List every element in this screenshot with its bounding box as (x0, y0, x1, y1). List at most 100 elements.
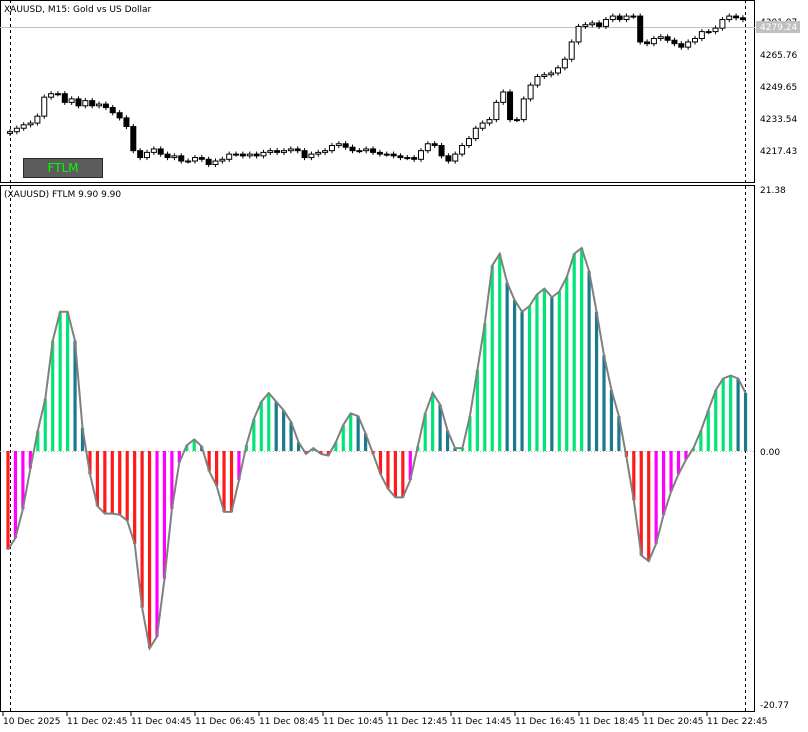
candle-body (685, 41, 692, 48)
histogram-bar (513, 300, 517, 451)
candle-body (137, 150, 144, 159)
current-price-tag-text: 4279.24 (760, 23, 797, 33)
candle-body (541, 74, 548, 77)
histogram-bar (714, 390, 718, 451)
candle-body (219, 158, 226, 162)
candle-body (150, 148, 157, 153)
candle-body (315, 151, 322, 155)
candle-body (500, 91, 507, 103)
candle-body (698, 31, 705, 40)
histogram-bar (557, 291, 561, 451)
candle-body (61, 93, 68, 103)
candle-body (27, 122, 34, 126)
histogram-bar (594, 311, 599, 451)
candle-body (390, 153, 397, 157)
candle-body (637, 15, 644, 43)
indicator-title: (XAUUSD) FTLM 9.90 9.90 (4, 190, 121, 200)
histogram-bar (282, 410, 286, 451)
histogram-bar (13, 451, 18, 538)
candle-body (650, 38, 657, 45)
histogram-bar (535, 294, 539, 451)
candle-body (397, 155, 404, 159)
indicator-axis: 21.38 0.00 -20.77 (760, 186, 789, 711)
time-tick-label: 11 Dec 08:45 (259, 717, 320, 727)
time-tick-label: 11 Dec 02:45 (67, 717, 128, 727)
candle-body (671, 39, 678, 45)
candle-body (75, 98, 82, 107)
candle-body (623, 15, 630, 21)
candle-body (13, 127, 20, 133)
histogram-bar (133, 451, 137, 544)
price-chart-title: XAUUSD, M15: Gold vs US Dollar (4, 5, 152, 15)
candle-body (82, 100, 89, 107)
price-tick-label: 4265.76 (760, 51, 797, 61)
candle-body (520, 98, 527, 121)
time-tick-label: 11 Dec 18:45 (579, 717, 640, 727)
indicator-tick-label: -20.77 (760, 701, 789, 711)
candle-body (89, 100, 96, 107)
histogram-bar (267, 393, 271, 451)
histogram-bar (58, 311, 62, 451)
ftlm-outline (7, 246, 747, 651)
histogram-bar (386, 451, 390, 489)
histogram-bar (580, 248, 584, 451)
candle-body (294, 148, 301, 152)
price-candles (7, 13, 746, 168)
histogram-bar (356, 416, 360, 451)
candle-body (575, 25, 582, 43)
histogram-bar (498, 253, 502, 451)
histogram-bar (706, 410, 710, 451)
candle-body (596, 22, 603, 27)
candle-body (164, 153, 171, 159)
candle-body (507, 91, 514, 121)
chart-canvas: XAUUSD, M15: Gold vs US Dollar (XAUUSD) … (0, 0, 800, 727)
candle-body (342, 143, 349, 148)
histogram-bar (274, 401, 278, 451)
candle-body (157, 148, 164, 155)
candle-body (376, 151, 383, 155)
histogram-bar (587, 271, 591, 451)
candle-body (527, 84, 534, 100)
histogram-bar (662, 451, 666, 515)
indicator-tick-label: 21.38 (760, 186, 786, 196)
candle-body (20, 124, 27, 129)
candle-body (705, 31, 712, 34)
candle-body (609, 15, 616, 21)
candle-body (185, 160, 192, 163)
time-tick-label: 11 Dec 20:45 (643, 717, 704, 727)
candle-body (493, 101, 500, 121)
histogram-bar (505, 282, 509, 451)
time-axis: 10 Dec 2025 11 Dec 02:45 11 Dec 04:45 11 De… (2, 712, 768, 727)
histogram-bar (520, 311, 524, 451)
time-tick-label: 11 Dec 06:45 (195, 717, 256, 727)
histogram-bar (155, 451, 159, 637)
histogram-bar (401, 451, 405, 498)
histogram-bar (393, 451, 397, 498)
candle-body (733, 15, 740, 19)
candle-body (644, 41, 651, 45)
time-tick-label: 11 Dec 10:45 (323, 717, 384, 727)
candle-body (692, 38, 698, 43)
candle-body (555, 67, 561, 74)
candle-body (7, 131, 13, 134)
histogram-bar (609, 390, 614, 451)
candle-body (479, 122, 486, 129)
histogram-bar (527, 306, 532, 451)
candle-body (205, 158, 212, 165)
candle-body (328, 144, 335, 152)
candle-body (253, 153, 260, 157)
ftlm-button[interactable]: FTLM (23, 158, 103, 178)
candle-body (739, 17, 746, 21)
candle-body (301, 150, 308, 159)
histogram-bar (431, 393, 435, 451)
candle-body (274, 150, 281, 153)
histogram-bar (654, 451, 658, 544)
candle-body (171, 155, 178, 159)
histogram-bar (118, 451, 122, 515)
candle-body (424, 143, 431, 152)
histogram-bar (572, 253, 576, 451)
price-tick-label: 4217.43 (760, 147, 797, 157)
candle-body (212, 160, 219, 165)
candle-body (465, 138, 472, 146)
candle-body (322, 150, 329, 153)
